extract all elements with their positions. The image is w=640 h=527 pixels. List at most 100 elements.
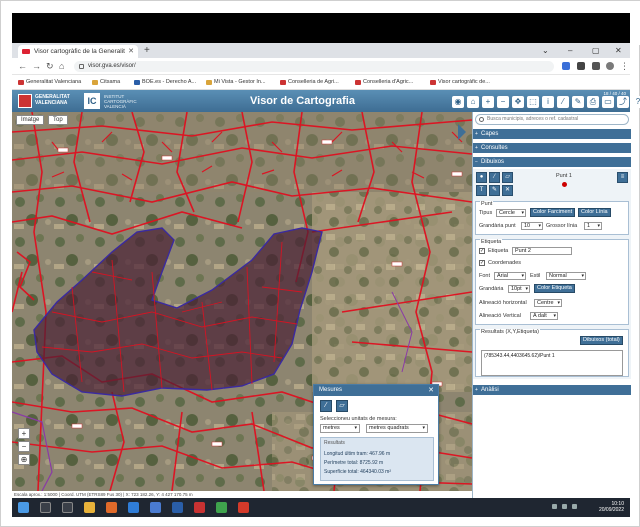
- bookmark-item[interactable]: Mi Vista - Gestor In...: [206, 78, 266, 87]
- browser-tab[interactable]: Visor cartogràfic de la Generalit ✕: [18, 45, 138, 58]
- font-select[interactable]: Arial ▾: [494, 272, 526, 280]
- bookmark-item[interactable]: BOE.es - Derecho A...: [134, 78, 196, 87]
- search-icon[interactable]: [40, 502, 51, 513]
- bookmark-item[interactable]: Visor cartogràfic de...: [430, 78, 490, 87]
- menu-icon[interactable]: ⋮: [620, 60, 629, 73]
- perimeter-result: Perímetre total: 8725.92 m: [324, 460, 384, 466]
- size-select[interactable]: 10 ▾: [521, 222, 543, 230]
- puzzle-icon[interactable]: [592, 62, 600, 70]
- zoom-in-icon[interactable]: +: [482, 96, 494, 108]
- zoom-box-icon[interactable]: ⬚: [527, 96, 539, 108]
- url-field[interactable]: visor.gva.es/visor/: [74, 61, 554, 72]
- close-tab-icon[interactable]: ✕: [128, 45, 134, 58]
- new-tab-icon[interactable]: +: [144, 43, 150, 58]
- profile-icon[interactable]: [606, 62, 614, 70]
- coordenades-checkbox[interactable]: ✓: [479, 260, 485, 266]
- estil-select[interactable]: Normal ▾: [546, 272, 586, 280]
- edge-icon[interactable]: [128, 502, 139, 513]
- word-icon[interactable]: [172, 502, 183, 513]
- bookmark-icon: [18, 80, 24, 85]
- section-dibuixos[interactable]: − Dibuixos: [473, 157, 631, 167]
- text-tool-icon[interactable]: T: [476, 185, 487, 196]
- estil-label: Estil: [530, 273, 541, 279]
- draw-icon[interactable]: ✎: [572, 96, 584, 108]
- section-capes[interactable]: + Capes: [473, 129, 631, 139]
- chrome-icon[interactable]: [216, 502, 227, 513]
- globe-icon[interactable]: ◉: [452, 96, 464, 108]
- zoom-out-icon[interactable]: −: [497, 96, 509, 108]
- generalitat-logo: [18, 94, 32, 108]
- bookmark-item[interactable]: Citsama: [92, 78, 120, 87]
- measure-icon[interactable]: ⁄: [557, 96, 569, 108]
- bookmark-item[interactable]: Conselleria d'Agric...: [355, 78, 413, 87]
- map-tab-top[interactable]: Top: [48, 115, 68, 125]
- maximize-icon[interactable]: ▢: [592, 43, 600, 58]
- firefox-icon[interactable]: [106, 502, 117, 513]
- minimize-icon[interactable]: –: [568, 43, 572, 58]
- bookmark-item[interactable]: Generalitat Valenciana: [18, 78, 81, 87]
- forward-icon[interactable]: →: [32, 60, 41, 73]
- generalitat-logo-text: GENERALITAT VALENCIANA: [35, 94, 70, 106]
- info-icon[interactable]: i: [542, 96, 554, 108]
- close-icon[interactable]: ✕: [428, 385, 434, 396]
- home-view-icon[interactable]: ⌂: [467, 96, 479, 108]
- thickness-select[interactable]: 1 ▾: [584, 222, 602, 230]
- resultats-textarea[interactable]: (785343.44,4403645.62)/Punt 1: [481, 350, 623, 376]
- tab-search-icon[interactable]: ⌄: [542, 43, 549, 58]
- app-icon[interactable]: [150, 502, 161, 513]
- etiqueta-input[interactable]: Punt 2: [512, 247, 572, 255]
- close-window-icon[interactable]: ✕: [615, 43, 622, 58]
- section-consultes[interactable]: + Consultes: [473, 143, 631, 153]
- help-icon[interactable]: ?: [632, 96, 640, 108]
- pan-icon[interactable]: ✥: [512, 96, 524, 108]
- etiqueta-checkbox[interactable]: ✓: [479, 248, 485, 254]
- area-unit-select[interactable]: metres quadrats ▾: [366, 424, 428, 433]
- tray-icon[interactable]: [552, 504, 557, 509]
- bookmark-item[interactable]: Conselleria de Agri...: [280, 78, 339, 87]
- star-icon[interactable]: [562, 62, 570, 70]
- acrobat-icon[interactable]: [194, 502, 205, 513]
- measure-line-icon[interactable]: ⁄: [320, 400, 332, 412]
- grandaria-select[interactable]: 10pt ▾: [508, 285, 530, 293]
- chevron-down-icon: ▾: [557, 300, 560, 306]
- delete-tool-icon[interactable]: ✕: [502, 185, 513, 196]
- task-view-icon[interactable]: [62, 502, 73, 513]
- tipus-select[interactable]: Cercle ▾: [496, 209, 526, 217]
- etiqueta-legend: Etiqueta: [480, 239, 503, 245]
- extension-icon[interactable]: [577, 62, 585, 70]
- line-tool-icon[interactable]: ⁄: [489, 172, 500, 183]
- taskbar-clock[interactable]: 10:10 20/09/2022: [599, 501, 624, 513]
- measure-dialog-header[interactable]: Mesures ✕: [314, 385, 438, 396]
- color-fill-button[interactable]: Color Farciment: [530, 208, 576, 217]
- save-icon[interactable]: ▭: [602, 96, 614, 108]
- align-h-select[interactable]: Centre ▾: [534, 299, 562, 307]
- list-icon[interactable]: ≡: [617, 172, 628, 183]
- color-line-button[interactable]: Color Línia: [578, 208, 611, 217]
- search-input[interactable]: Busca municipis, adreces o ref. cadastra…: [475, 114, 629, 125]
- home-icon[interactable]: ⌂: [59, 60, 64, 73]
- point-tool-icon[interactable]: ●: [476, 172, 487, 183]
- size-label: Grandària punt: [479, 223, 516, 229]
- polygon-tool-icon[interactable]: ▱: [502, 172, 513, 183]
- map-tab-imatge[interactable]: Imatge: [16, 115, 45, 125]
- volume-icon[interactable]: [572, 504, 577, 509]
- share-icon[interactable]: ⤴: [617, 96, 629, 108]
- powerpoint-icon[interactable]: [238, 502, 249, 513]
- windows-start-icon[interactable]: [18, 502, 29, 513]
- reload-icon[interactable]: ↻: [46, 60, 54, 73]
- length-unit-select[interactable]: metres ▾: [320, 424, 360, 433]
- zoom-out-button[interactable]: −: [18, 441, 30, 452]
- dibuixos-total-button[interactable]: Dibuixos (total): [580, 336, 623, 345]
- measure-area-icon[interactable]: ▱: [336, 400, 348, 412]
- back-icon[interactable]: ←: [18, 60, 27, 73]
- print-icon[interactable]: ⎙: [587, 96, 599, 108]
- compass-icon[interactable]: ⊕: [18, 454, 30, 465]
- icv-logo-text: INSTITUT CARTOGRÀFIC VALENCIÀ: [104, 94, 137, 109]
- edit-tool-icon[interactable]: ✎: [489, 185, 500, 196]
- file-explorer-icon[interactable]: [84, 502, 95, 513]
- color-etiqueta-button[interactable]: Color Etiqueta: [534, 284, 575, 293]
- section-analisi[interactable]: + Anàlisi: [473, 385, 631, 395]
- network-icon[interactable]: [562, 504, 567, 509]
- zoom-in-button[interactable]: +: [18, 428, 30, 439]
- align-v-select[interactable]: A dalt ▾: [530, 312, 558, 320]
